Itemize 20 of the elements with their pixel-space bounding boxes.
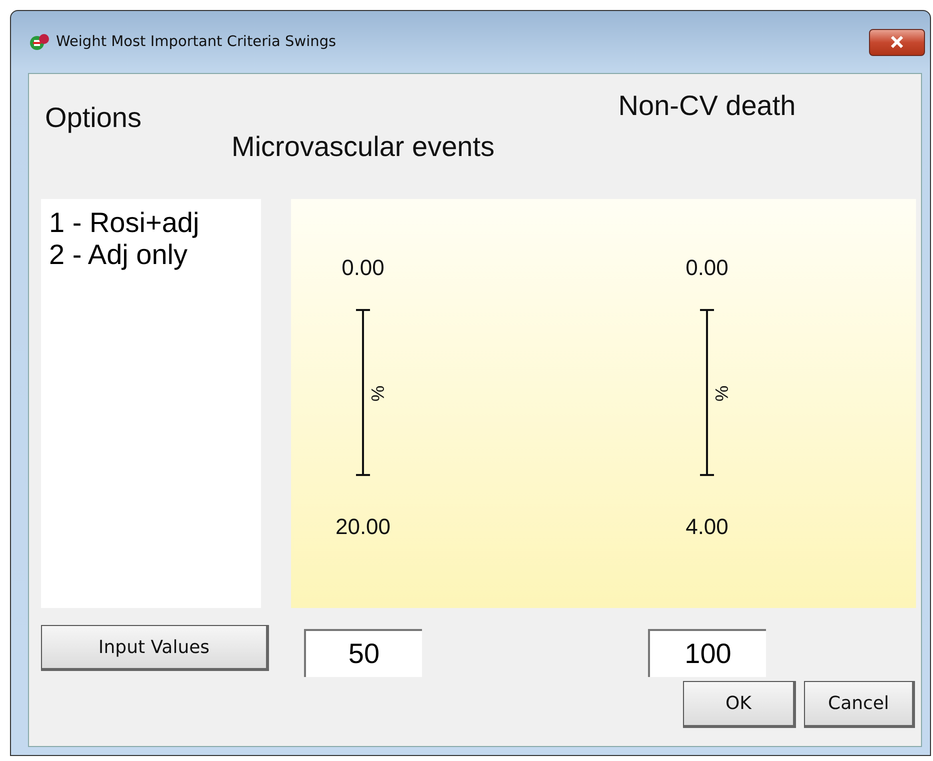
options-label: Options [44,102,142,134]
option-item[interactable]: 1 - Rosi+adj [49,207,200,239]
close-icon [890,36,904,48]
window-title: Weight Most Important Criteria Swings [56,34,338,50]
option-item[interactable]: 2 - Adj only [49,239,188,271]
app-icon [30,32,50,52]
bottom-value: 4.00 [686,514,728,540]
weight-input[interactable]: 50 [304,629,422,677]
top-value: 0.00 [686,255,728,281]
cancel-button[interactable]: Cancel [804,681,915,728]
input-values-button[interactable]: Input Values [41,625,269,671]
criterion-name: Non-CV death [618,90,796,122]
top-value: 0.00 [342,255,384,281]
bottom-value: 20.00 [335,514,391,540]
unit-label: % [710,386,732,402]
weight-input[interactable]: 100 [648,629,766,677]
unit-label: % [366,386,388,402]
close-button[interactable] [869,28,925,56]
criterion-name: Microvascular events [232,131,494,163]
ok-button[interactable]: OK [683,681,796,728]
